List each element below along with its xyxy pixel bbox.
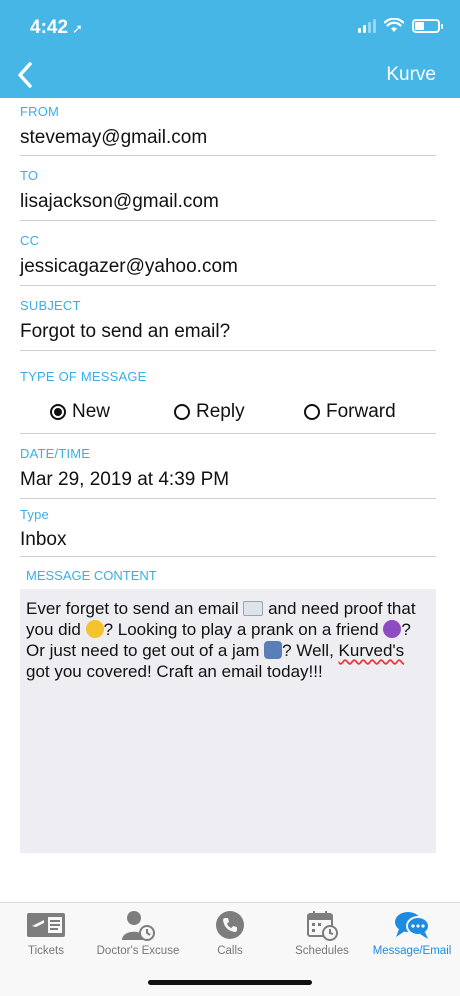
radio-selected-icon [50,404,66,420]
datetime-label: DATE/TIME [20,446,91,461]
calendar-icon [307,911,338,941]
tab-doctors-excuse[interactable]: Doctor's Excuse [92,909,184,957]
status-time-text: 4:42 [30,17,69,38]
radio-reply[interactable]: Reply [174,401,304,423]
from-field[interactable]: FROM stevemay@gmail.com [20,98,436,156]
datetime-field[interactable]: DATE/TIME Mar 29, 2019 at 4:39 PM [20,434,436,499]
message-content-label: MESSAGE CONTENT [26,568,157,583]
message-text: ? Well, [282,641,334,660]
radio-reply-label: Reply [196,401,245,422]
subject-field[interactable]: SUBJECT Forgot to send an email? [20,286,436,351]
email-form: FROM stevemay@gmail.com TO lisajackson@g… [20,98,436,557]
to-label: TO [20,168,39,183]
phone-icon [216,911,244,939]
tab-message-email-label: Message/Email [372,945,452,957]
status-icons [358,18,443,33]
smiling-devil-emoji-icon [383,620,402,638]
cc-label: CC [20,233,40,248]
cellular-signal-icon [358,18,376,33]
radio-new-label: New [72,401,111,422]
battery-icon [412,18,443,33]
top-bar: 4:42 ➚ Kurve [0,0,460,98]
wifi-icon [384,18,404,32]
from-value[interactable]: stevemay@gmail.com [20,127,207,149]
chat-bubbles-icon [395,912,430,939]
tab-tickets[interactable]: Tickets [0,909,92,957]
message-text: Ever forget to send an email [26,599,239,618]
to-value[interactable]: lisajackson@gmail.com [20,191,219,213]
weary-face-emoji-icon [85,620,104,638]
tab-tickets-label: Tickets [28,945,64,957]
cc-value[interactable]: jessicagazer@yahoo.com [20,256,238,278]
tab-schedules-label: Schedules [295,945,349,957]
status-time: 4:42 ➚ [30,17,83,39]
cc-field[interactable]: CC jessicagazer@yahoo.com [20,221,436,286]
back-button[interactable] [10,58,40,92]
subject-label: SUBJECT [20,298,81,313]
type-field[interactable]: Type Inbox [20,499,436,557]
tab-doctors-excuse-label: Doctor's Excuse [96,945,180,957]
tab-message-email[interactable]: Message/Email [366,909,458,957]
type-label: Type [20,507,49,522]
ticket-icon [27,913,65,937]
subject-value[interactable]: Forgot to send an email? [20,321,230,343]
to-field[interactable]: TO lisajackson@gmail.com [20,156,436,221]
type-value[interactable]: Inbox [20,529,66,551]
type-of-message-radio-group: New Reply Forward [50,401,436,423]
doctor-icon [122,911,155,941]
location-arrow-icon: ➚ [72,21,83,36]
tab-schedules[interactable]: Schedules [276,909,368,957]
message-content-textarea[interactable]: Ever forget to send an email and need pr… [20,589,436,853]
newspaper-emoji-icon [243,601,264,616]
person-shrugging-emoji-icon [264,641,283,659]
chevron-left-icon [18,62,32,88]
from-label: FROM [20,104,60,119]
tab-calls-label: Calls [217,945,243,957]
misspelled-word: Kurved's [338,641,405,660]
radio-new[interactable]: New [50,401,174,423]
radio-unselected-icon [174,404,190,420]
kurve-nav-button[interactable]: Kurve [386,64,436,86]
type-of-message-field: TYPE OF MESSAGE New Reply Forward [20,351,436,434]
radio-forward-label: Forward [326,401,396,422]
type-of-message-label: TYPE OF MESSAGE [20,369,147,384]
message-text: got you covered! Craft an email today!!! [26,662,323,681]
radio-forward[interactable]: Forward [304,401,396,423]
home-indicator[interactable] [148,980,312,985]
radio-unselected-icon [304,404,320,420]
tab-calls[interactable]: Calls [184,909,276,957]
datetime-value[interactable]: Mar 29, 2019 at 4:39 PM [20,469,229,491]
message-text: ? Looking to play a prank on a friend [103,620,379,639]
